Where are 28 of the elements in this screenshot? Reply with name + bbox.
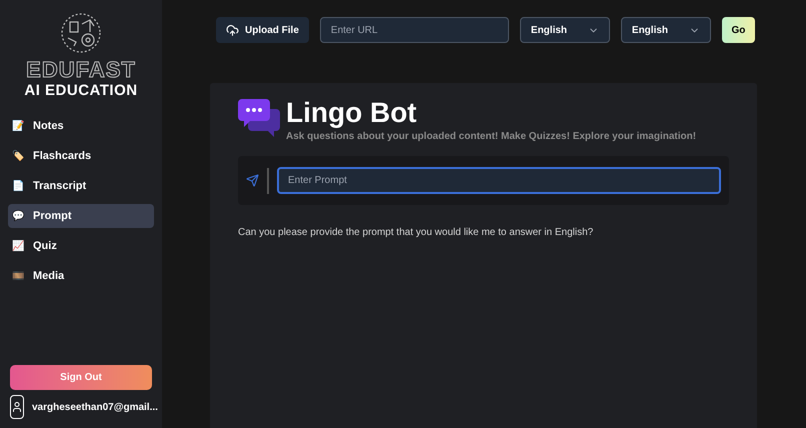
notepad-icon: 📝 — [12, 118, 24, 134]
nav-item[interactable]: 🎞 Media — [8, 264, 154, 288]
bot-response: Can you please provide the prompt that you would like me to answer in English? — [238, 226, 594, 240]
nav-item[interactable]: 📄 Transcript — [8, 174, 154, 198]
bot-subtitle: Ask questions about your uploaded content! Make Quizzes! Explore your imagination! — [286, 130, 696, 144]
language-dropdown[interactable]: English — [620, 17, 711, 43]
user-email: vargheseethan07@gmail... — [32, 400, 158, 414]
user-avatar-icon — [10, 395, 24, 419]
chat-bubbles-icon — [238, 97, 280, 139]
chart-icon: 📈 — [12, 238, 24, 254]
nav-item[interactable]: 🏷 Flashcards — [8, 144, 154, 168]
nav-item[interactable]: 💬 Prompt — [8, 204, 154, 228]
prompt-input[interactable]: Enter Prompt — [277, 167, 721, 194]
nav-item[interactable]: 📝 Notes — [8, 114, 154, 138]
cloud-upload-icon — [226, 24, 239, 36]
upload-file-button[interactable]: Upload File — [216, 17, 309, 43]
logo-title: EDUFAST — [26, 58, 136, 82]
send-icon[interactable] — [246, 174, 259, 187]
film-icon: 🎞 — [12, 268, 24, 284]
url-input[interactable]: Enter URL — [320, 17, 509, 43]
logo-subtitle: AI EDUCATION — [24, 82, 138, 100]
bot-title: Lingo Bot — [286, 97, 418, 129]
nav-item[interactable]: 📈 Quiz — [8, 234, 154, 258]
speech-bubble-icon: 💬 — [12, 208, 24, 224]
page-icon: 📄 — [12, 178, 24, 194]
tag-icon: 🏷 — [12, 148, 24, 164]
go-button[interactable]: Go — [722, 17, 755, 43]
language-dropdown[interactable]: English — [520, 17, 610, 43]
